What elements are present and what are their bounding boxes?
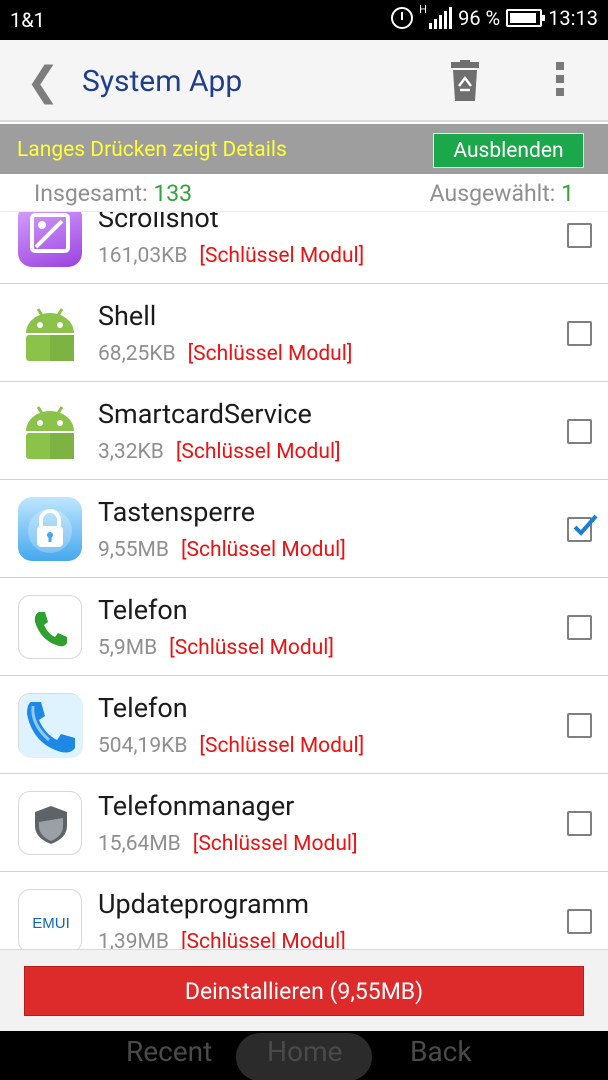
selected-value: 1 <box>561 180 574 207</box>
select-checkbox[interactable] <box>567 223 592 248</box>
app-list-content: Scrollshot 161,03KB [Schlüssel Modul] Shell… <box>0 212 608 949</box>
app-row[interactable]: EMUI Updateprogramm 1,39MB [Schlüssel Modul… <box>0 872 608 949</box>
scrollshot-icon <box>18 212 82 267</box>
key-module-tag: [Schlüssel Modul] <box>187 342 353 366</box>
alarm-icon <box>391 7 414 29</box>
uninstall-button[interactable]: Deinstallieren (9,55MB) <box>24 966 584 1016</box>
key-module-tag: [Schlüssel Modul] <box>175 440 341 464</box>
app-size-line: 9,55MB [Schlüssel Modul] <box>98 538 346 562</box>
selected-count: Ausgewählt: 1 <box>430 180 574 207</box>
select-checkbox[interactable] <box>567 419 592 444</box>
app-name: SmartcardService <box>98 398 312 430</box>
app-row[interactable]: Shell 68,25KB [Schlüssel Modul] <box>0 284 608 382</box>
app-row[interactable]: Telefon 504,19KB [Schlüssel Modul] <box>0 676 608 774</box>
key-module-tag: [Schlüssel Modul] <box>192 832 358 856</box>
app-size: 1,39MB <box>98 930 169 949</box>
app-size: 504,19KB <box>98 734 188 758</box>
lock-icon <box>18 497 82 561</box>
app-name: Shell <box>98 300 157 332</box>
svg-text:EMUI: EMUI <box>32 915 70 932</box>
checkmark-icon <box>573 514 598 536</box>
app-size: 5,9MB <box>98 636 158 660</box>
key-module-tag: [Schlüssel Modul] <box>199 734 365 758</box>
app-name: Updateprogramm <box>98 888 310 920</box>
app-size-line: 3,32KB [Schlüssel Modul] <box>98 440 341 464</box>
battery-icon <box>506 9 546 27</box>
recycle-trash-icon[interactable] <box>448 60 482 102</box>
app-size-line: 68,25KB [Schlüssel Modul] <box>98 342 352 366</box>
action-bar: ❮ System App <box>0 40 608 122</box>
app-name: Tastensperre <box>98 496 256 528</box>
app-row[interactable]: SmartcardService 3,32KB [Schlüssel Modul] <box>0 382 608 480</box>
app-size-line: 5,9MB [Schlüssel Modul] <box>98 636 334 660</box>
app-size: 3,32KB <box>98 440 164 464</box>
count-bar: Insgesamt: 133 Ausgewählt: 1 <box>0 174 608 212</box>
app-name: Telefon <box>98 692 188 724</box>
app-size-line: 504,19KB [Schlüssel Modul] <box>98 734 364 758</box>
total-value: 133 <box>153 180 193 207</box>
hint-bar: Langes Drücken zeigt Details Ausblenden <box>0 124 608 174</box>
long-press-hint: Langes Drücken zeigt Details <box>17 138 287 162</box>
app-size: 68,25KB <box>98 342 176 366</box>
select-checkbox[interactable] <box>567 713 592 738</box>
app-size-line: 15,64MB [Schlüssel Modul] <box>98 832 358 856</box>
select-checkbox[interactable] <box>567 615 592 640</box>
app-name: Telefonmanager <box>98 790 295 822</box>
network-type-label: H <box>419 3 427 16</box>
chevron-left-icon[interactable]: ❮ <box>26 58 60 105</box>
total-count: Insgesamt: 133 <box>34 180 192 207</box>
app-row[interactable]: Tastensperre 9,55MB [Schlüssel Modul] <box>0 480 608 578</box>
app-size: 9,55MB <box>98 538 169 562</box>
android-icon <box>18 301 82 365</box>
app-size-line: 1,39MB [Schlüssel Modul] <box>98 930 346 949</box>
select-checkbox[interactable] <box>567 909 592 934</box>
total-label: Insgesamt: <box>34 180 148 207</box>
signal-icon: H <box>419 3 453 29</box>
nav-home-button[interactable]: Home <box>267 1035 342 1068</box>
app-size-line: 161,03KB [Schlüssel Modul] <box>98 244 364 268</box>
status-icons: H 96 % 13:13 <box>391 3 598 30</box>
key-module-tag: [Schlüssel Modul] <box>169 636 334 660</box>
nav-back-button[interactable]: Back <box>410 1035 472 1068</box>
app-name: Scrollshot <box>98 212 219 234</box>
shield-icon <box>18 791 82 855</box>
navigation-bar: Recent Home Back <box>0 1031 608 1080</box>
select-checkbox[interactable] <box>567 514 598 542</box>
nav-recent-button[interactable]: Recent <box>126 1035 212 1068</box>
app-row[interactable]: Scrollshot 161,03KB [Schlüssel Modul] <box>0 212 608 284</box>
app-size: 15,64MB <box>98 832 181 856</box>
key-module-tag: [Schlüssel Modul] <box>199 244 365 268</box>
page-title: System App <box>82 64 243 99</box>
key-module-tag: [Schlüssel Modul] <box>180 538 346 562</box>
emui-icon: EMUI <box>18 889 82 949</box>
hide-button[interactable]: Ausblenden <box>433 133 584 168</box>
app-row[interactable]: Telefonmanager 15,64MB [Schlüssel Modul] <box>0 774 608 872</box>
more-vertical-icon[interactable] <box>552 62 568 102</box>
selected-label: Ausgewählt: <box>429 180 556 207</box>
app-name: Telefon <box>98 594 188 626</box>
phone-icon <box>18 595 82 659</box>
app-size: 161,03KB <box>98 244 188 268</box>
app-list[interactable]: Scrollshot 161,03KB [Schlüssel Modul] Shell… <box>0 212 608 949</box>
phone-blue-icon <box>18 693 83 758</box>
carrier-label: 1&1 <box>10 8 45 32</box>
android-icon <box>18 399 82 463</box>
key-module-tag: [Schlüssel Modul] <box>180 930 346 949</box>
select-checkbox[interactable] <box>567 811 592 836</box>
app-row[interactable]: Telefon 5,9MB [Schlüssel Modul] <box>0 578 608 676</box>
status-bar: 1&1 H 96 % 13:13 <box>0 0 608 40</box>
select-checkbox[interactable] <box>567 321 592 346</box>
battery-percent: 96 % <box>458 6 501 30</box>
bottom-bar: Deinstallieren (9,55MB) <box>0 949 608 1031</box>
clock: 13:13 <box>548 6 598 30</box>
